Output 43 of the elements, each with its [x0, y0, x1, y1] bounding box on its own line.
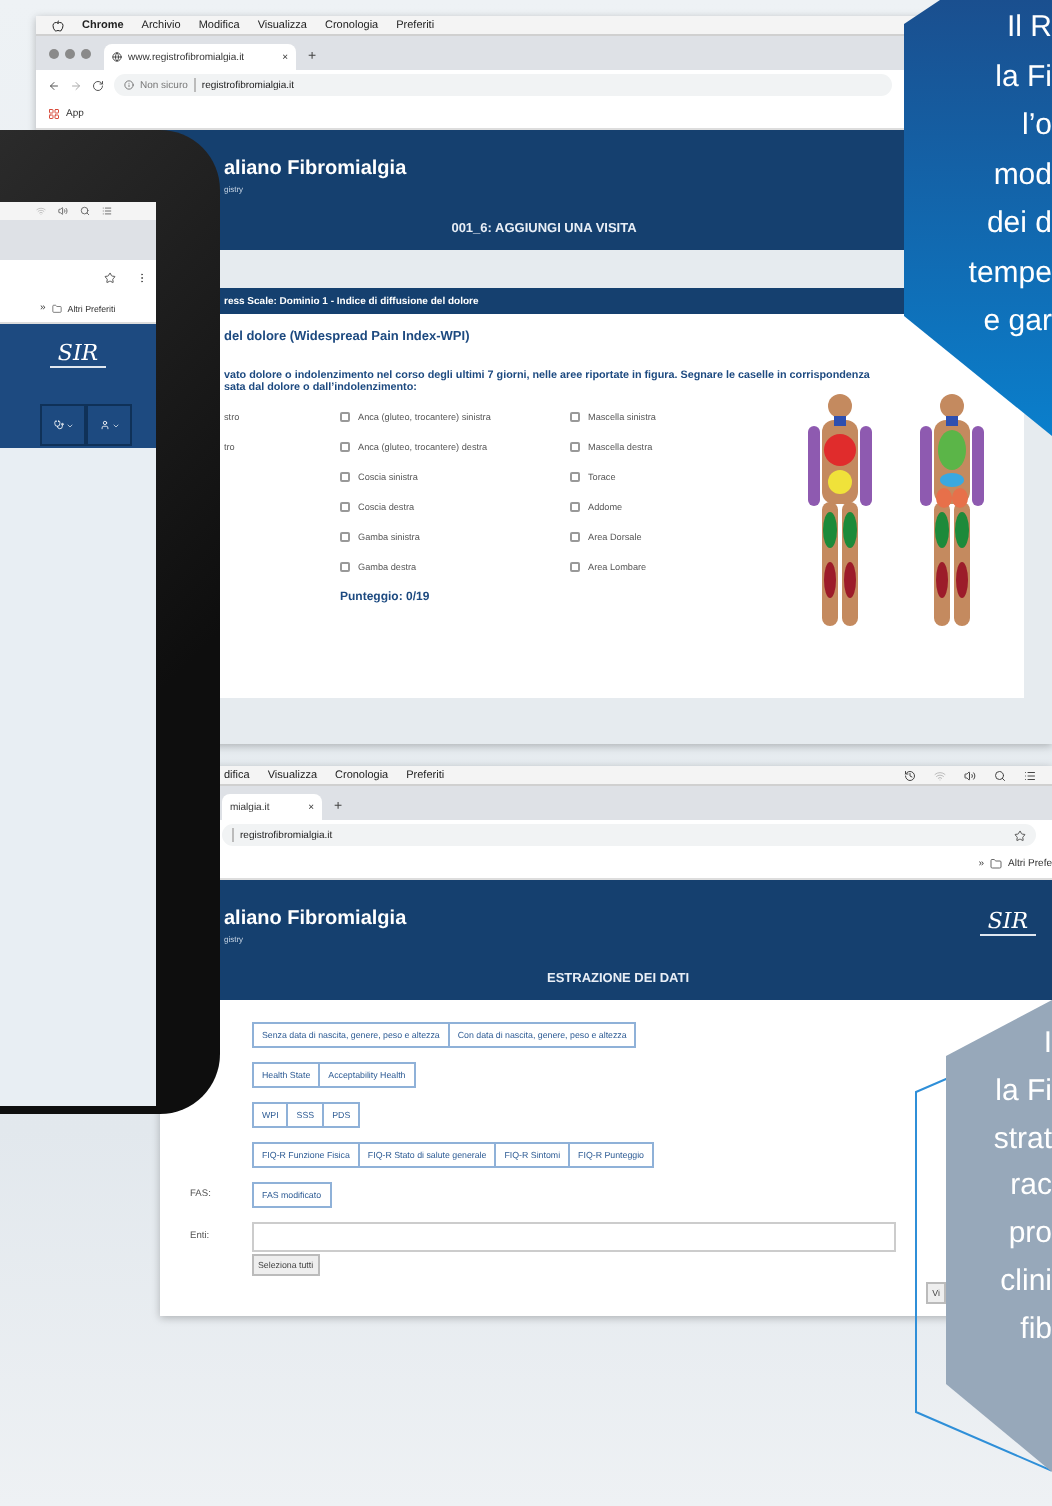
speaker-icon[interactable] — [964, 769, 976, 781]
stethoscope-icon — [53, 420, 63, 430]
user-icon — [99, 420, 109, 430]
callout-text: I la Fi strat rac pro clini fib — [991, 1024, 1052, 1350]
checkbox[interactable] — [340, 532, 350, 543]
forward-icon[interactable] — [70, 79, 82, 91]
logo: SIR — [979, 908, 1036, 936]
logo: SIR — [49, 340, 107, 368]
info-icon — [124, 80, 134, 90]
apple-icon[interactable] — [52, 19, 64, 31]
dropdown-button[interactable] — [40, 404, 86, 446]
speaker-icon — [58, 206, 68, 216]
window-controls-icon[interactable] — [48, 47, 92, 59]
apps-grid-icon[interactable] — [48, 108, 60, 120]
star-icon[interactable] — [1014, 829, 1026, 841]
list-icon[interactable] — [1024, 769, 1036, 781]
checkbox[interactable] — [570, 532, 580, 543]
history-icon[interactable] — [904, 769, 916, 781]
folder-icon — [990, 858, 1003, 870]
checkbox[interactable] — [340, 562, 350, 573]
wifi-icon — [36, 206, 46, 216]
input-field[interactable] — [252, 1222, 896, 1252]
checkbox[interactable] — [340, 412, 350, 423]
star-icon[interactable] — [104, 271, 116, 283]
search-icon[interactable] — [994, 769, 1006, 781]
folder-icon — [51, 303, 62, 313]
reload-icon[interactable] — [92, 79, 104, 91]
checkbox[interactable] — [570, 562, 580, 573]
checkbox[interactable] — [570, 412, 580, 423]
checkbox[interactable] — [340, 442, 350, 453]
wifi-icon[interactable] — [934, 769, 946, 781]
site-title: aliano Fibromialgia — [224, 158, 407, 180]
dropdown-button[interactable] — [86, 404, 132, 446]
globe-icon — [112, 52, 122, 62]
checkbox[interactable] — [570, 472, 580, 483]
site-title: aliano Fibromialgia — [224, 908, 407, 930]
search-icon — [80, 206, 90, 216]
list-icon — [102, 206, 112, 216]
checkbox[interactable] — [340, 502, 350, 513]
checkbox[interactable] — [570, 502, 580, 513]
checkbox[interactable] — [340, 472, 350, 483]
back-icon[interactable] — [48, 79, 60, 91]
checkbox[interactable] — [570, 442, 580, 453]
